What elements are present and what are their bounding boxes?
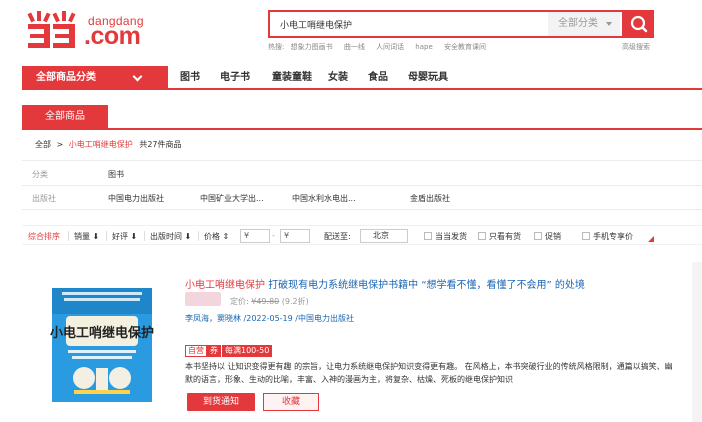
arrival-notify-button[interactable]: 到货通知	[187, 393, 255, 411]
price-max-input[interactable]: ¥	[280, 229, 310, 243]
product-description: 本书坚持以 让知识变得更有趣 的宗旨，让电力系统继电保护知识变得更有趣。 在风格…	[185, 362, 673, 384]
filter-publisher-option[interactable]: 中国水利水电出...	[292, 193, 356, 204]
filter-publisher-option[interactable]: 中国电力出版社	[108, 193, 164, 204]
filter-publisher-option[interactable]: 中国矿业大学出...	[200, 193, 264, 204]
breadcrumb-separator: >	[56, 140, 64, 149]
price-range-dash: -	[272, 231, 275, 240]
nav-link-food[interactable]: 食品	[368, 66, 388, 90]
price-min-input[interactable]: ¥	[240, 229, 270, 243]
sort-publish-date[interactable]: 出版时间 ⬇	[150, 231, 191, 242]
sort-bar: 综合排序 销量 ⬇ 好评 ⬇ 出版时间 ⬇ 价格 ⇕ ¥ - ¥ 配送至: 北京…	[22, 225, 702, 245]
filter-category-label: 分类	[32, 170, 48, 179]
sort-price[interactable]: 价格 ⇕	[204, 231, 229, 242]
sort-divider	[198, 231, 199, 241]
sort-default[interactable]: 综合排序	[28, 231, 60, 242]
chevron-down-icon	[606, 22, 612, 26]
product-title-rest: 打破现有电力系统继电保护书籍中 “想学看不懂，看懂了不会用” 的处境	[268, 280, 585, 291]
nav-link-baby-toys[interactable]: 母婴玩具	[408, 66, 448, 90]
filter-row-category: 分类 图书	[22, 160, 702, 186]
nav-link-kids-clothing[interactable]: 童装童鞋	[272, 66, 312, 90]
filter-dangdang-ship-label: 当当发货	[435, 232, 467, 241]
logo-com-text[interactable]: .com	[84, 24, 141, 49]
breadcrumb-keyword[interactable]: 小电工哨继电保护	[69, 140, 133, 149]
filter-publisher-option[interactable]: 金盾出版社	[410, 193, 450, 204]
filter-promotion-checkbox[interactable]	[534, 232, 542, 240]
search-icon	[630, 15, 648, 33]
nav-link-ebooks[interactable]: 电子书	[220, 66, 250, 90]
filter-publisher-label: 出版社	[32, 194, 56, 203]
deliver-city-select[interactable]: 北京	[360, 229, 408, 243]
breadcrumb: 全部 > 小电工哨继电保护 共27件商品	[35, 139, 182, 150]
sort-updown-icon: ⇕	[222, 232, 230, 241]
filter-mobile-price-label: 手机专享价	[593, 232, 633, 241]
main-nav: 全部商品分类 图书 电子书 童装童鞋 女装 食品 母婴玩具	[22, 66, 702, 90]
hot-word-link[interactable]: 安全教育课间	[444, 43, 486, 51]
breadcrumb-root[interactable]: 全部	[35, 140, 51, 149]
search-category-select[interactable]: 全部分类	[548, 12, 620, 36]
tag-coupon: 券	[207, 345, 221, 357]
all-categories-button[interactable]: 全部商品分类	[22, 66, 168, 90]
sort-sales[interactable]: 销量 ⬇	[74, 231, 99, 242]
dangdang-logo-icon[interactable]	[26, 10, 78, 50]
deliver-to-label: 配送至:	[324, 232, 351, 241]
corner-triangle-icon	[648, 236, 654, 242]
author-line: 李凤海，窦晓林 /2022-05-19 /中国电力出版社	[185, 313, 354, 324]
cover-title: 小电工哨继电保护	[50, 325, 154, 341]
sort-publish-date-label: 出版时间	[150, 232, 182, 241]
price-discount: (9.2折)	[281, 297, 309, 306]
hot-word-link[interactable]: 想象力图画书	[291, 43, 333, 51]
chevron-down-icon	[132, 71, 143, 82]
price-blurred	[185, 292, 221, 306]
filter-in-stock-label: 只看有货	[489, 232, 521, 241]
filter-promotion-label: 促销	[545, 232, 561, 241]
hot-word-link[interactable]: 曲一线	[344, 43, 365, 51]
price-original: ¥49.80	[251, 297, 280, 306]
breadcrumb-count: 共27件商品	[139, 140, 182, 149]
tab-all-products[interactable]: 全部商品	[22, 105, 108, 128]
sort-divider	[144, 231, 145, 241]
product-authors[interactable]: 李凤海，窦晓林	[185, 314, 241, 323]
scrollbar[interactable]	[692, 262, 702, 422]
hot-word-link[interactable]: 人间词话	[376, 43, 404, 51]
arrow-down-icon: ⬇	[130, 232, 138, 241]
all-categories-label: 全部商品分类	[36, 72, 96, 83]
arrow-down-icon: ⬇	[184, 232, 192, 241]
filter-row-publisher: 出版社 中国电力出版社 中国矿业大学出... 中国水利水电出... 金盾出版社	[22, 186, 702, 210]
filter-mobile-price-checkbox[interactable]	[582, 232, 590, 240]
product-title-keyword: 小电工哨继电保护	[185, 280, 265, 291]
price-line: 定价: ¥49.80 (9.2折)	[230, 296, 309, 307]
arrow-down-icon: ⬇	[92, 232, 100, 241]
hot-word-link[interactable]: hape	[415, 43, 432, 51]
search-input[interactable]	[270, 12, 548, 36]
hot-words: 热搜: 想象力图画书 曲一线 人间词话 hape 安全教育课间	[268, 42, 495, 52]
nav-link-womens[interactable]: 女装	[328, 66, 348, 90]
product-cover-image[interactable]: 小电工哨继电保护	[46, 282, 158, 406]
collect-button[interactable]: 收藏	[263, 393, 319, 411]
search-category-label: 全部分类	[558, 18, 598, 29]
product-date-publisher[interactable]: /2022-05-19 /中国电力出版社	[244, 314, 354, 323]
filter-in-stock-checkbox[interactable]	[478, 232, 486, 240]
advanced-search-link[interactable]: 高级搜索	[622, 42, 650, 52]
filter-category-value[interactable]: 图书	[108, 169, 124, 180]
hot-words-label: 热搜:	[268, 43, 285, 51]
tag-promotion: 每满100-50	[222, 345, 273, 357]
search-box: 全部分类	[268, 10, 624, 38]
sort-divider	[106, 231, 107, 241]
tab-underline	[22, 128, 702, 130]
product-title-link[interactable]: 小电工哨继电保护 打破现有电力系统继电保护书籍中 “想学看不懂，看懂了不会用” …	[185, 276, 585, 291]
search-button[interactable]	[624, 10, 654, 38]
price-label: 定价:	[230, 297, 249, 306]
nav-link-books[interactable]: 图书	[180, 66, 200, 90]
filter-dangdang-ship-checkbox[interactable]	[424, 232, 432, 240]
sort-rating-label: 好评	[112, 232, 128, 241]
tag-self-operated: 自营	[185, 345, 207, 357]
sort-divider	[68, 231, 69, 241]
sort-price-label: 价格	[204, 232, 220, 241]
sort-rating[interactable]: 好评 ⬇	[112, 231, 137, 242]
sort-sales-label: 销量	[74, 232, 90, 241]
